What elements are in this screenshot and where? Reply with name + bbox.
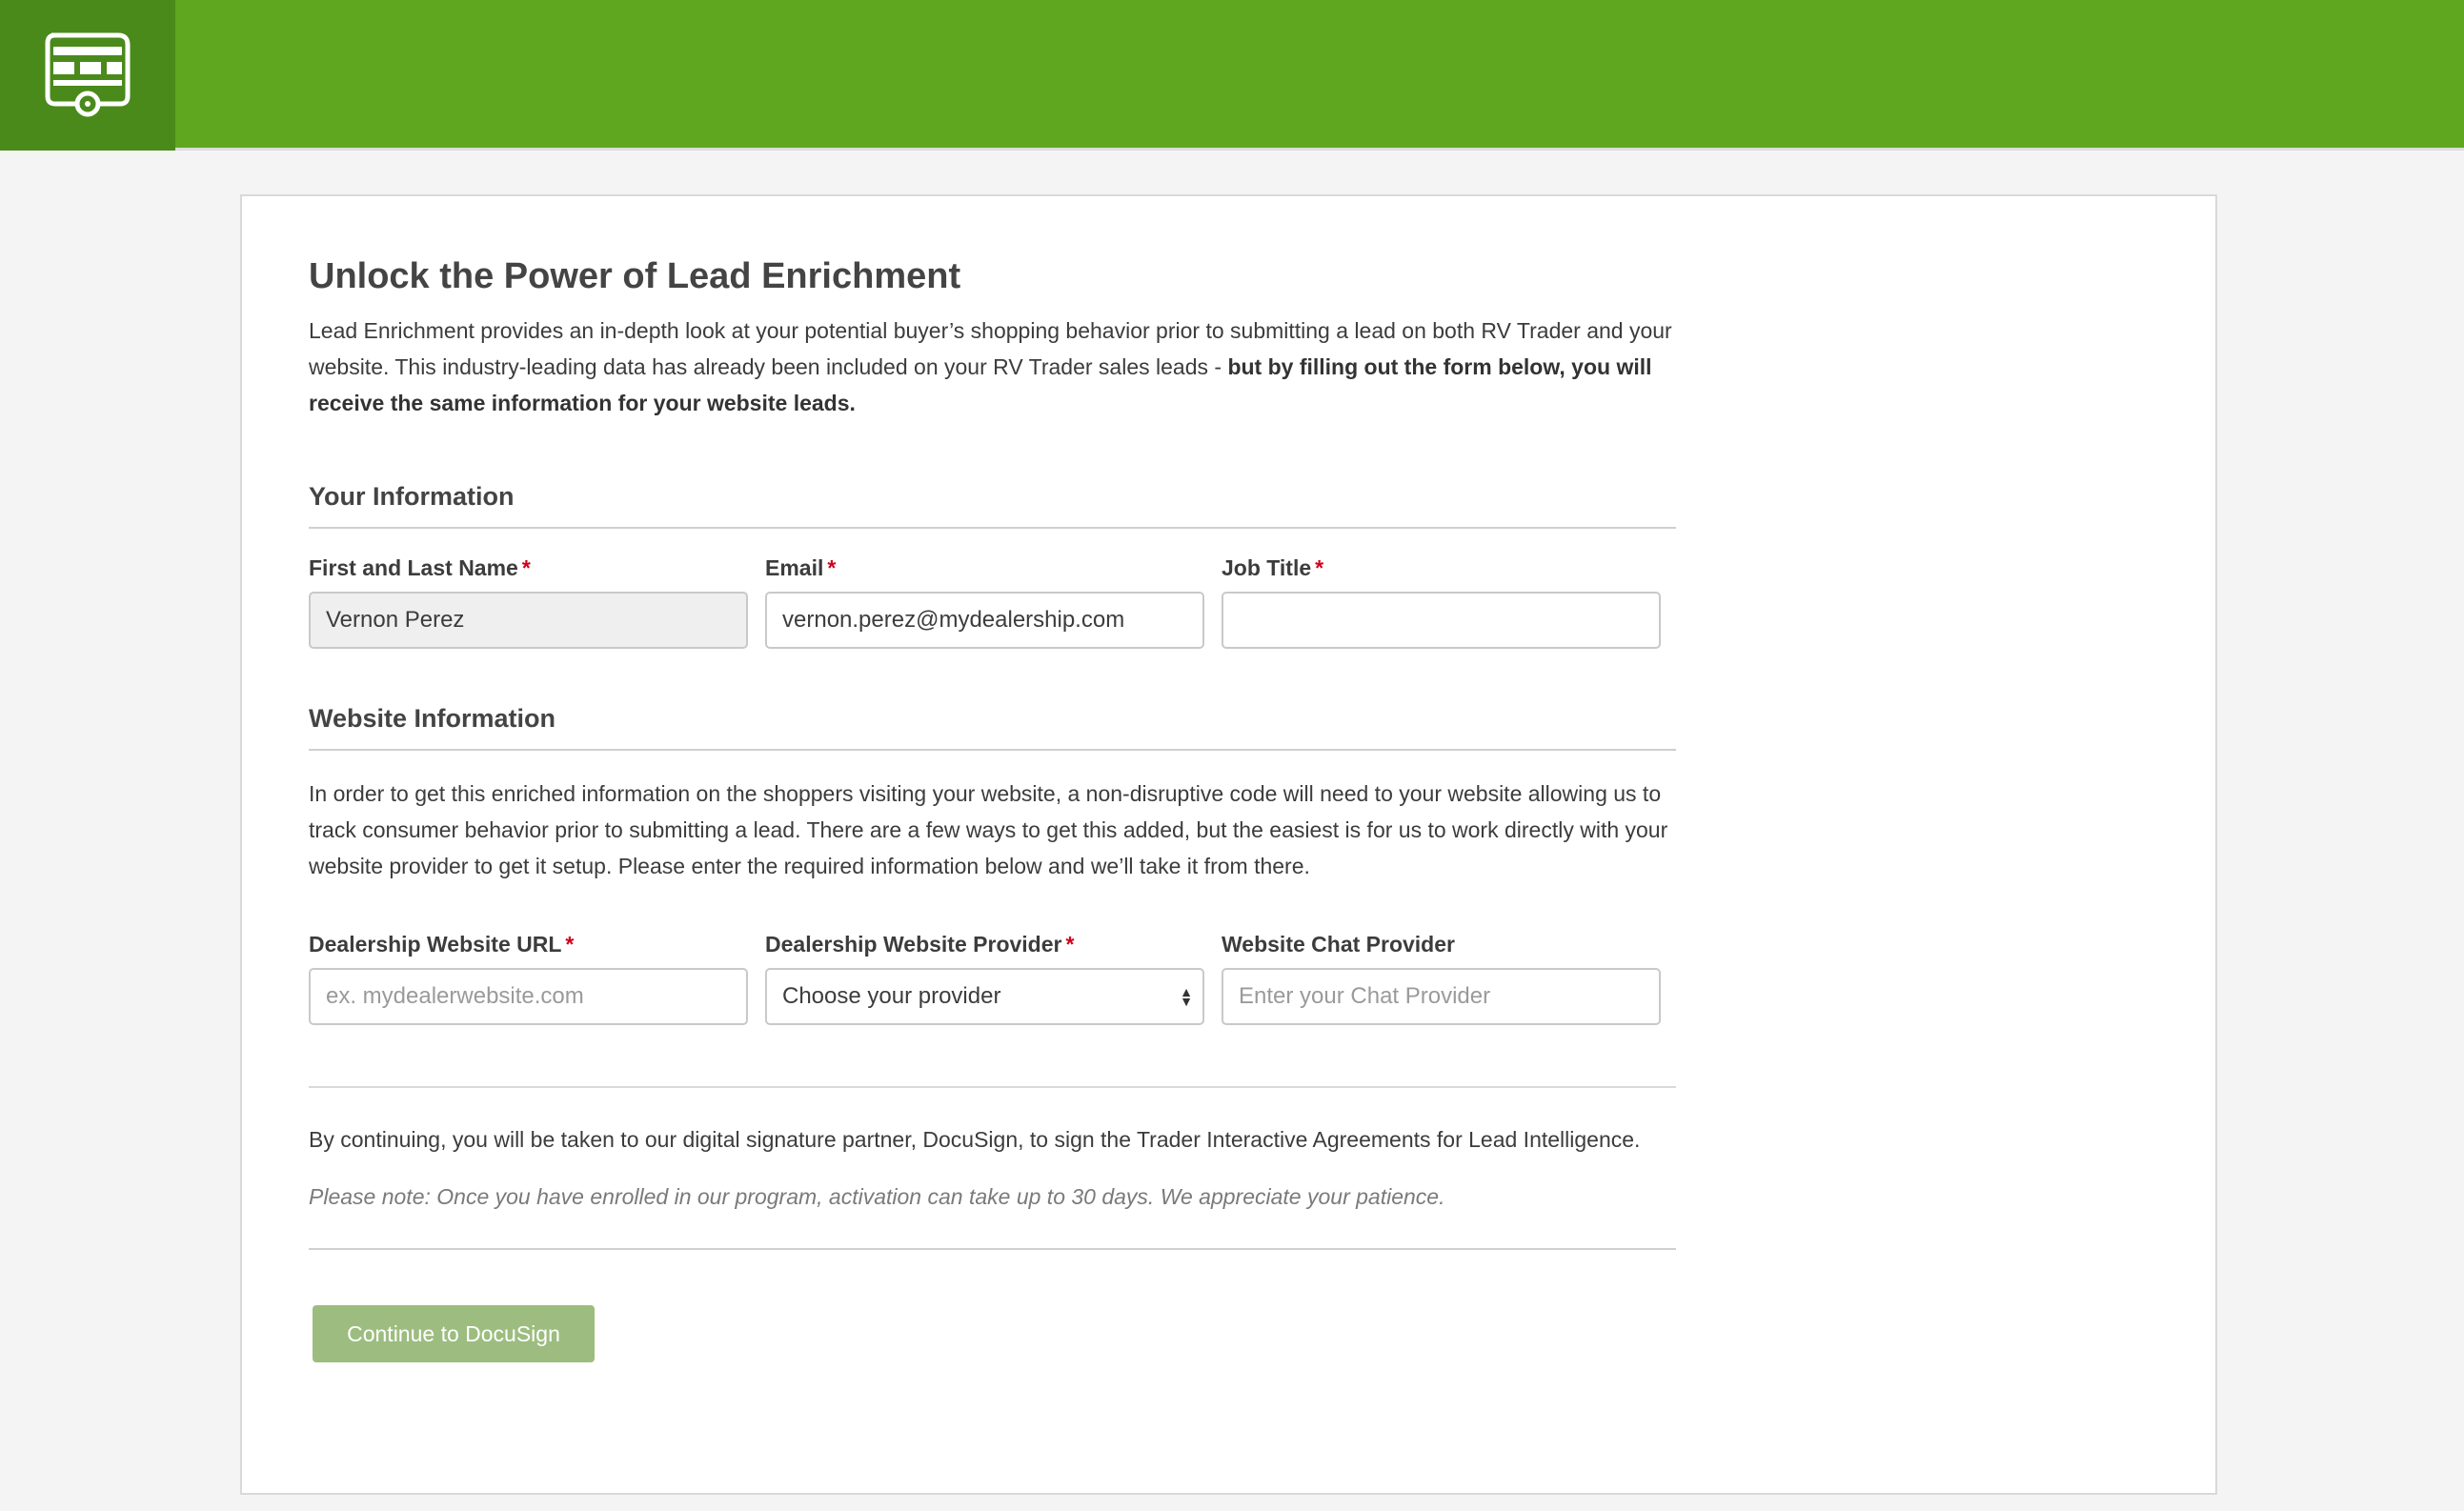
required-star: * [565, 932, 575, 957]
divider [309, 1248, 1676, 1250]
required-star: * [1315, 555, 1324, 580]
email-input[interactable]: vernon.perez@mydealership.com [765, 592, 1204, 649]
enrollment-card: Unlock the Power of Lead Enrichment Lead… [240, 194, 2217, 1495]
job-title-label-text: Job Title [1222, 555, 1312, 580]
job-title-label: Job Title * [1222, 554, 1661, 582]
intro-paragraph: Lead Enrichment provides an in-depth loo… [309, 312, 1676, 421]
website-url-input[interactable]: ex. mydealerwebsite.com [309, 968, 748, 1025]
email-label-text: Email [765, 555, 824, 580]
top-header-bar [0, 0, 2464, 151]
chat-provider-input[interactable]: Enter your Chat Provider [1222, 968, 1661, 1025]
required-star: * [521, 555, 531, 580]
website-information-heading: Website Information [309, 704, 1676, 751]
name-label-text: First and Last Name [309, 555, 518, 580]
provider-label-text: Dealership Website Provider [765, 932, 1062, 957]
website-description: In order to get this enriched informatio… [309, 781, 1668, 878]
provider-field-group: Dealership Website Provider * Choose your… [765, 930, 1204, 1025]
page-title: Unlock the Power of Lead Enrichment [309, 256, 961, 296]
chat-label: Website Chat Provider [1222, 932, 1455, 957]
select-arrows-icon: ▲ ▼ [1180, 984, 1193, 1009]
name-field-group: First and Last Name * Vernon Perez [309, 554, 748, 649]
website-information-row: Dealership Website URL * ex. mydealerwebs… [309, 930, 1676, 1025]
job-title-field-group: Job Title * [1222, 554, 1661, 649]
logo[interactable] [0, 0, 175, 151]
url-label: Dealership Website URL * [309, 930, 748, 958]
activation-note: Please note: Once you have enrolled in o… [309, 1184, 1445, 1209]
continue-to-docusign-button[interactable]: Continue to DocuSign [313, 1305, 595, 1362]
job-title-input[interactable] [1222, 592, 1661, 649]
url-field-group: Dealership Website URL * ex. mydealerwebs… [309, 930, 748, 1025]
email-label: Email * [765, 554, 1204, 582]
divider [309, 1086, 1676, 1088]
chat-field-group: Website Chat Provider Enter your Chat Pr… [1222, 930, 1661, 1025]
your-information-heading: Your Information [309, 482, 1676, 529]
provider-label: Dealership Website Provider * [765, 930, 1204, 958]
url-label-text: Dealership Website URL [309, 932, 562, 957]
email-field-group: Email * vernon.perez@mydealership.com [765, 554, 1204, 649]
name-input[interactable]: Vernon Perez [309, 592, 748, 649]
provider-select[interactable]: Choose your provider ▲ ▼ [765, 968, 1204, 1025]
rv-camper-icon [45, 32, 131, 117]
form-content: Unlock the Power of Lead Enrichment Lead… [309, 253, 1676, 1362]
name-label: First and Last Name * [309, 554, 748, 582]
your-information-row: First and Last Name * Vernon Perez Email *… [309, 554, 1676, 649]
docusign-agreement-text: By continuing, you will be taken to our … [309, 1127, 1641, 1152]
required-star: * [1065, 932, 1075, 957]
provider-selected-value: Choose your provider [782, 983, 1001, 1009]
required-star: * [827, 555, 837, 580]
